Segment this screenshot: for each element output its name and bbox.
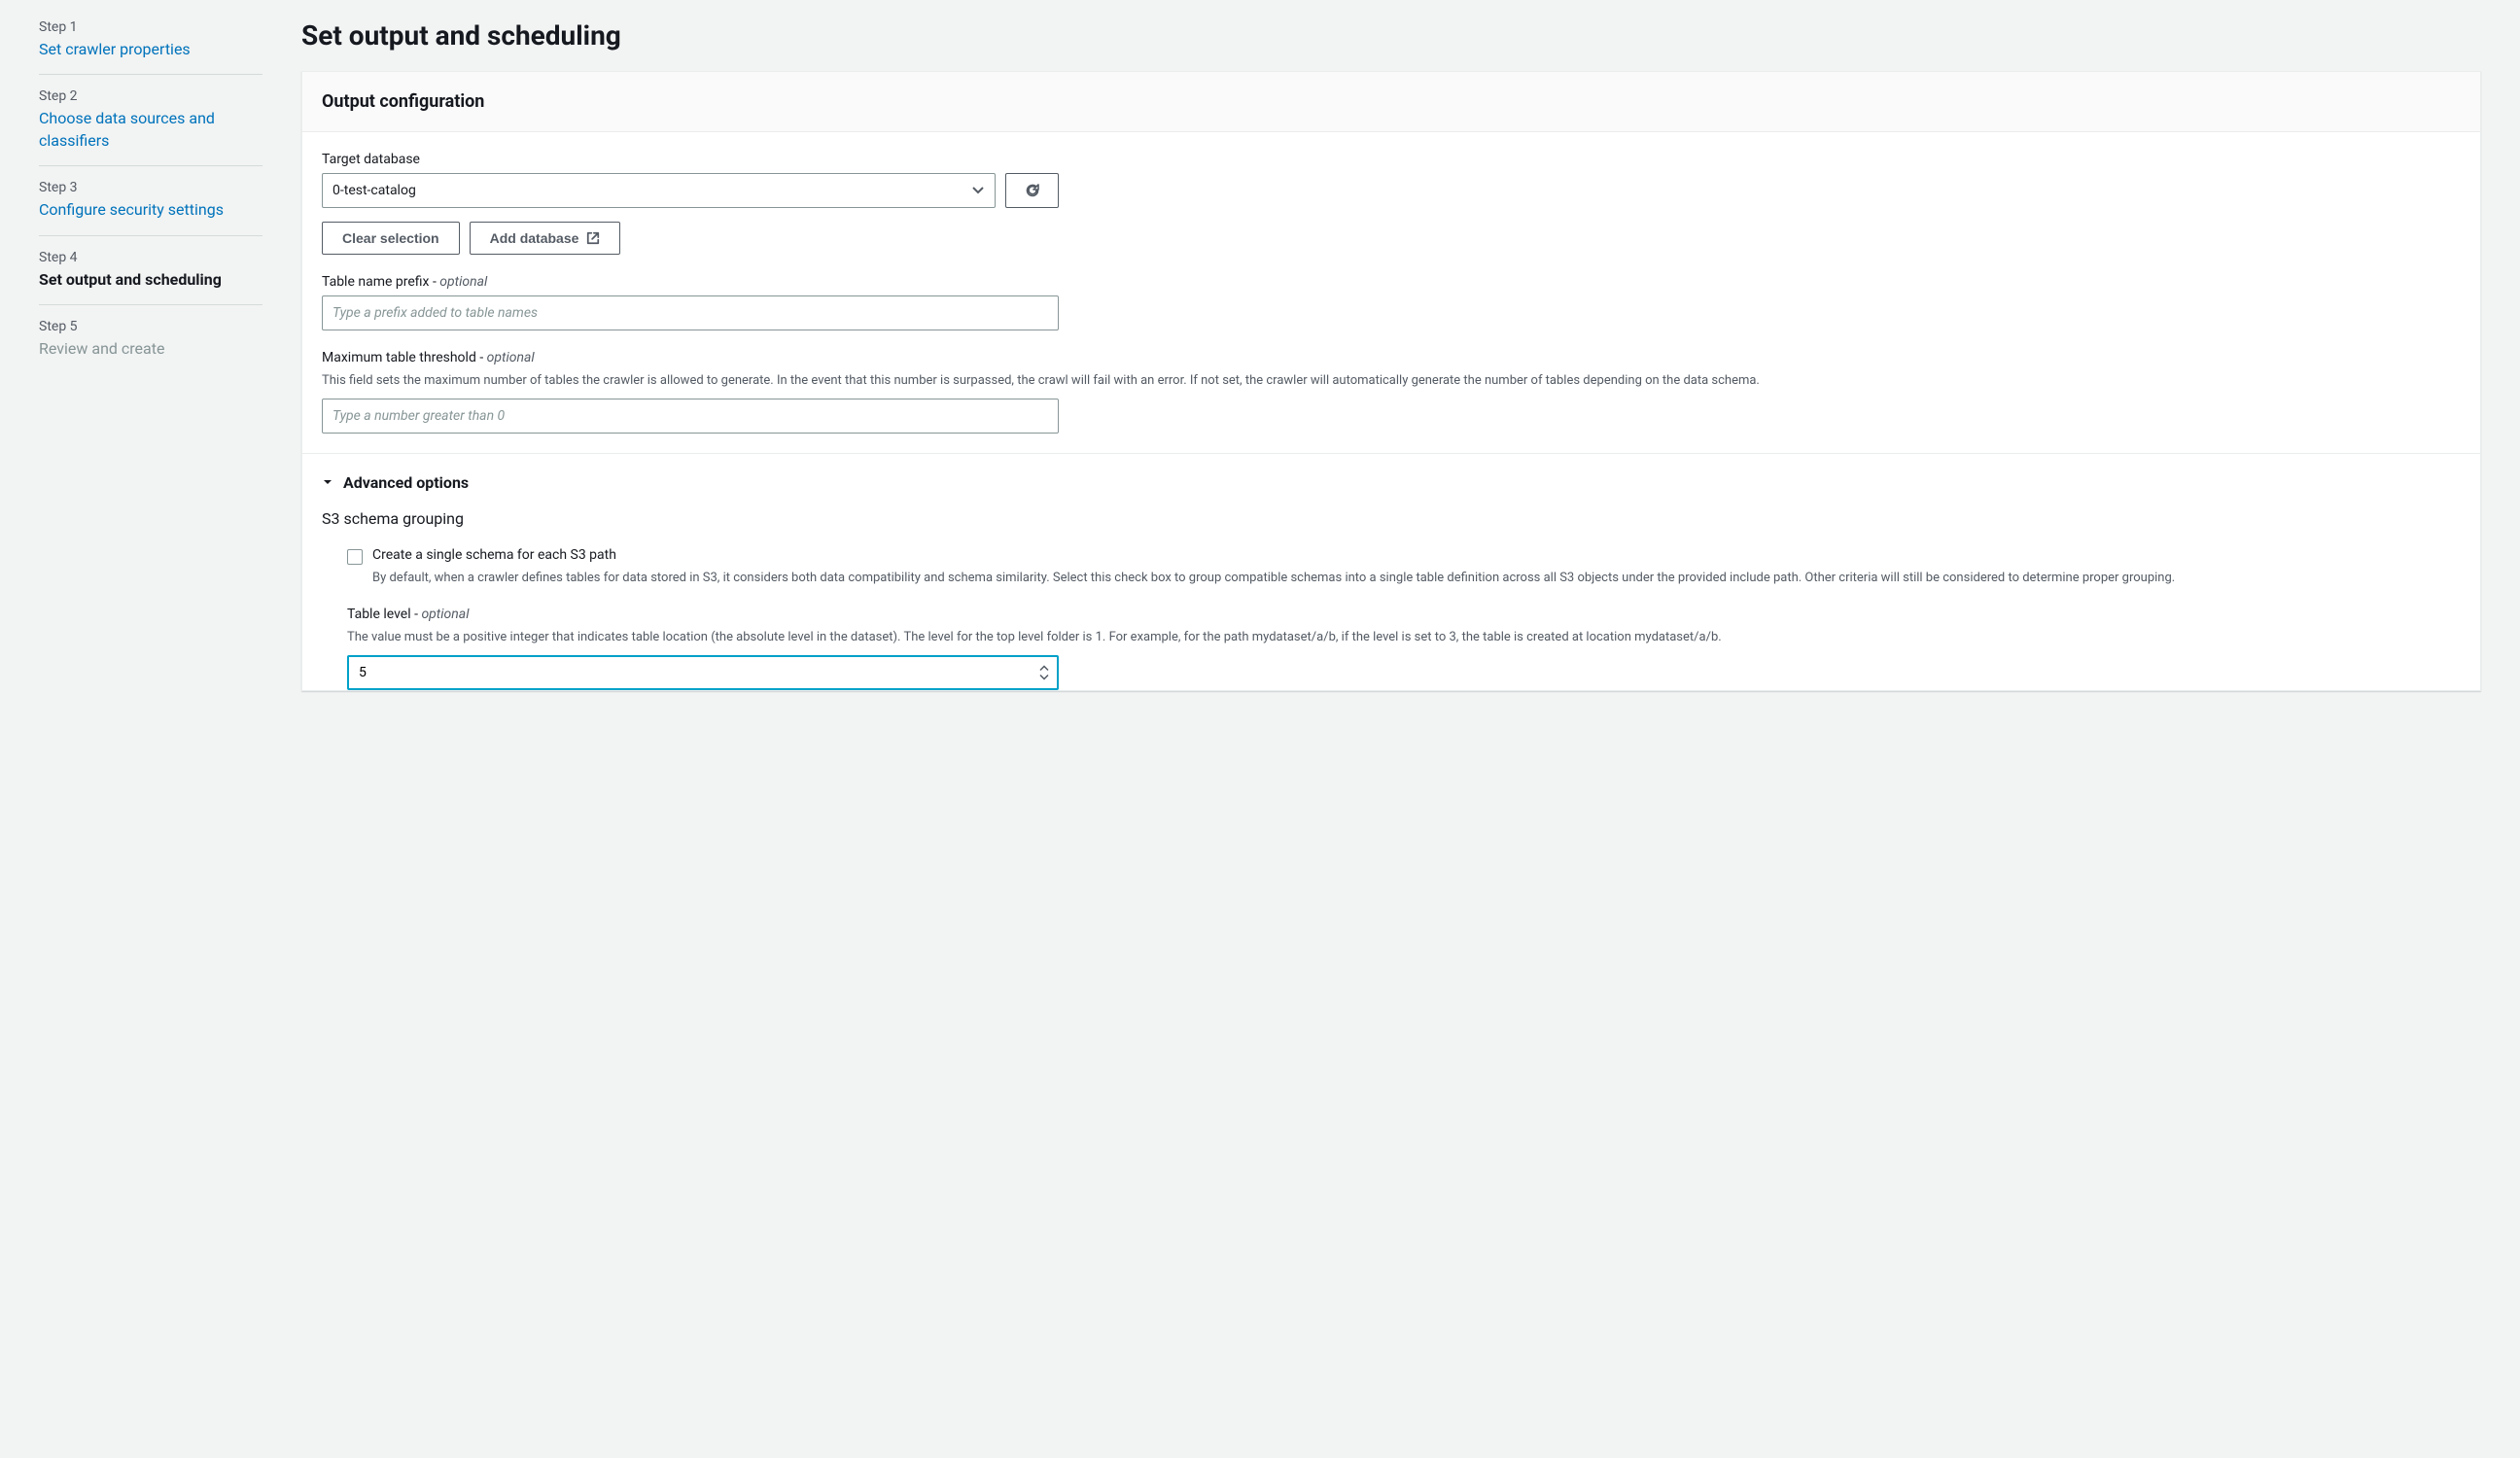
step-5: Step 5 Review and create bbox=[39, 319, 262, 373]
max-threshold-field: Maximum table threshold - optional This … bbox=[322, 350, 2461, 434]
panel-title: Output configuration bbox=[322, 91, 2461, 112]
step-title[interactable]: Configure security settings bbox=[39, 199, 262, 221]
table-prefix-input[interactable] bbox=[322, 295, 1059, 330]
advanced-options-toggle[interactable]: Advanced options bbox=[322, 473, 2461, 492]
single-schema-checkbox-field: Create a single schema for each S3 path … bbox=[322, 547, 2461, 588]
step-number: Step 5 bbox=[39, 319, 262, 334]
single-schema-label[interactable]: Create a single schema for each S3 path bbox=[372, 547, 616, 563]
external-link-icon bbox=[586, 231, 600, 245]
wizard-sidebar: Step 1 Set crawler properties Step 2 Cho… bbox=[0, 0, 301, 1458]
table-level-field: Table level - optional The value must be… bbox=[322, 607, 2461, 690]
single-schema-description: By default, when a crawler defines table… bbox=[347, 569, 2461, 588]
advanced-options-title: Advanced options bbox=[343, 473, 469, 492]
max-threshold-input[interactable] bbox=[322, 399, 1059, 434]
target-database-select[interactable]: 0-test-catalog bbox=[322, 173, 996, 208]
step-number: Step 2 bbox=[39, 88, 262, 104]
step-title: Review and create bbox=[39, 338, 262, 360]
refresh-button[interactable] bbox=[1005, 173, 1059, 208]
table-level-input[interactable] bbox=[347, 655, 1059, 690]
panel-header: Output configuration bbox=[302, 72, 2480, 132]
output-configuration-panel: Output configuration Target database 0-t… bbox=[301, 71, 2481, 691]
step-3[interactable]: Step 3 Configure security settings bbox=[39, 180, 262, 235]
number-stepper bbox=[1037, 664, 1051, 680]
refresh-icon bbox=[1024, 182, 1041, 199]
panel-body: Target database 0-test-catalog bbox=[302, 132, 2480, 690]
table-level-label: Table level - optional bbox=[347, 607, 2461, 622]
step-title: Set output and scheduling bbox=[39, 269, 262, 291]
step-number: Step 1 bbox=[39, 19, 262, 35]
clear-selection-button[interactable]: Clear selection bbox=[322, 222, 460, 255]
page-title: Set output and scheduling bbox=[301, 19, 2481, 52]
step-title[interactable]: Choose data sources and classifiers bbox=[39, 108, 262, 152]
step-number: Step 4 bbox=[39, 250, 262, 265]
add-database-button[interactable]: Add database bbox=[470, 222, 621, 255]
step-4: Step 4 Set output and scheduling bbox=[39, 250, 262, 305]
stepper-up-button[interactable] bbox=[1037, 664, 1051, 672]
step-1[interactable]: Step 1 Set crawler properties bbox=[39, 19, 262, 75]
select-value: 0-test-catalog bbox=[332, 183, 416, 198]
step-title[interactable]: Set crawler properties bbox=[39, 39, 262, 60]
step-number: Step 3 bbox=[39, 180, 262, 195]
caret-down-icon bbox=[322, 476, 333, 488]
advanced-options-section: Advanced options S3 schema grouping Crea… bbox=[302, 453, 2480, 690]
target-database-label: Target database bbox=[322, 152, 2461, 167]
single-schema-checkbox[interactable] bbox=[347, 549, 363, 565]
max-threshold-description: This field sets the maximum number of ta… bbox=[322, 371, 2461, 391]
step-2[interactable]: Step 2 Choose data sources and classifie… bbox=[39, 88, 262, 166]
stepper-down-button[interactable] bbox=[1037, 673, 1051, 680]
table-prefix-label: Table name prefix - optional bbox=[322, 274, 2461, 290]
button-label: Clear selection bbox=[342, 230, 439, 246]
max-threshold-label: Maximum table threshold - optional bbox=[322, 350, 2461, 365]
target-database-field: Target database 0-test-catalog bbox=[322, 152, 2461, 255]
table-prefix-field: Table name prefix - optional bbox=[322, 274, 2461, 330]
button-label: Add database bbox=[490, 230, 579, 246]
main-content: Set output and scheduling Output configu… bbox=[301, 0, 2520, 1458]
table-level-description: The value must be a positive integer tha… bbox=[347, 628, 2461, 647]
s3-schema-heading: S3 schema grouping bbox=[322, 509, 2461, 528]
